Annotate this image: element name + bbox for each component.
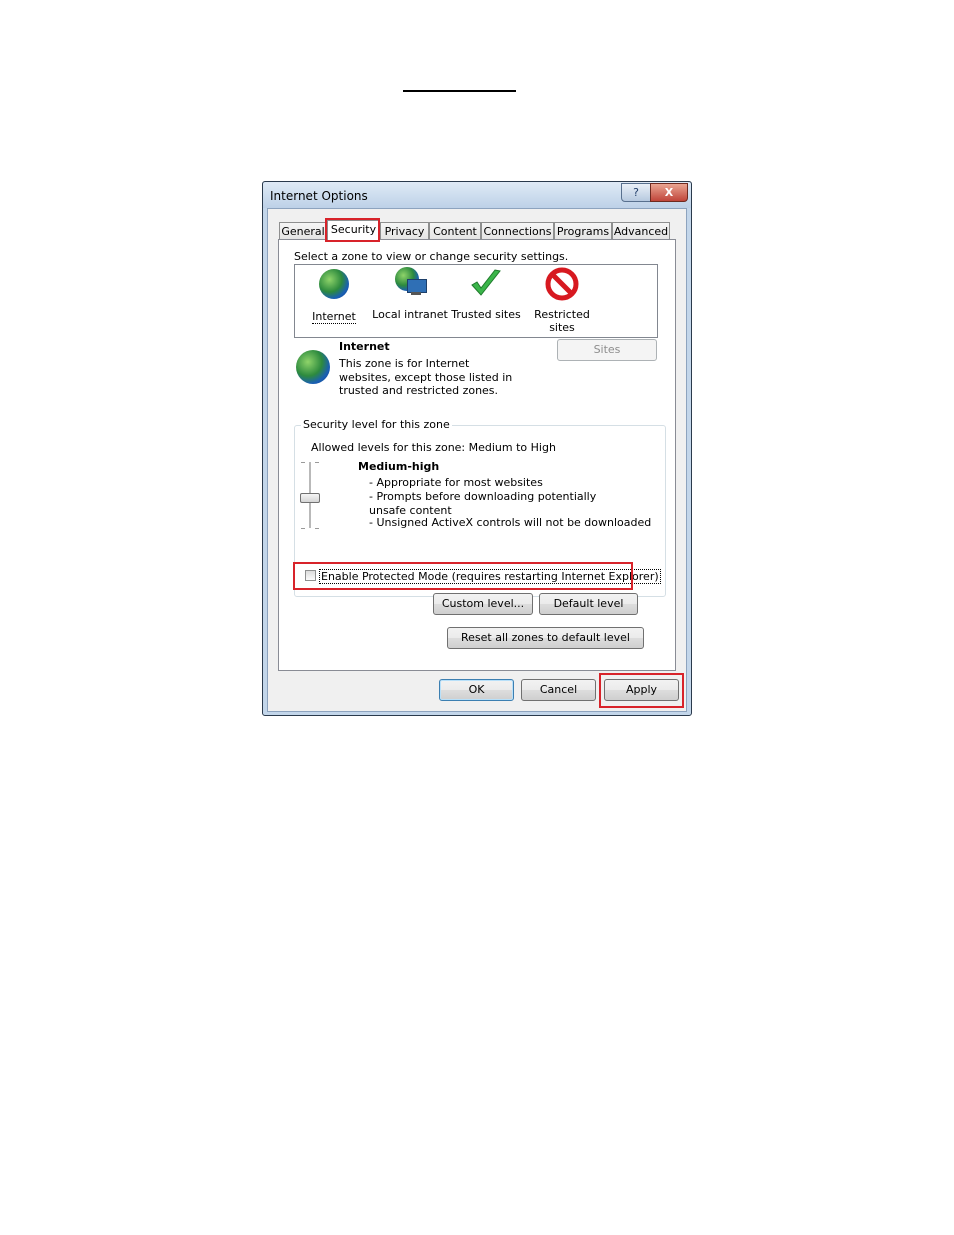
zone-label: Restricted sites [534,308,590,334]
protected-mode-label[interactable]: Enable Protected Mode (requires restarti… [319,569,661,584]
security-panel: Select a zone to view or change security… [278,239,676,671]
protected-mode-checkbox[interactable] [305,570,316,581]
checkmark-icon [469,267,503,301]
zone-label: Internet [312,310,356,324]
help-button[interactable]: ? [621,183,651,202]
tab-general[interactable]: General [279,222,327,240]
title-bar[interactable]: Internet Options ? X [263,182,691,208]
level-bullet: - Prompts before downloading potentially… [369,490,597,517]
zone-trusted-sites[interactable]: Trusted sites [448,267,524,321]
ok-button[interactable]: OK [439,679,514,701]
zone-description: This zone is for Internet websites, exce… [339,357,513,397]
tab-content[interactable]: Content [429,222,481,240]
restricted-icon [545,267,579,301]
globe-icon [296,350,330,384]
custom-level-button[interactable]: Custom level... [433,593,533,615]
zone-list: Internet Local intranet Trusted sites Re… [294,264,658,338]
zone-internet[interactable]: Internet [296,267,372,324]
cancel-button[interactable]: Cancel [521,679,596,701]
slider-tick [301,528,305,529]
security-level-slider-thumb[interactable] [300,493,320,503]
tab-connections[interactable]: Connections [481,222,554,240]
allowed-levels-text: Allowed levels for this zone: Medium to … [311,441,556,454]
apply-button[interactable]: Apply [604,679,679,701]
tab-privacy[interactable]: Privacy [380,222,429,240]
reset-all-zones-button[interactable]: Reset all zones to default level [447,627,644,649]
slider-tick [301,462,305,463]
level-bullet: - Appropriate for most websites [369,476,543,489]
dialog-client-area: General Security Privacy Content Connect… [267,208,687,712]
slider-tick [315,528,319,529]
sites-button[interactable]: Sites [557,339,657,361]
zone-name: Internet [339,340,390,353]
level-name: Medium-high [358,460,440,473]
slider-tick [315,462,319,463]
internet-options-dialog: Internet Options ? X General Security Pr… [262,181,692,716]
globe-icon [317,269,351,303]
default-level-button[interactable]: Default level [539,593,638,615]
intranet-icon [393,267,427,301]
level-bullet: - Unsigned ActiveX controls will not be … [369,516,652,529]
tab-advanced[interactable]: Advanced [612,222,670,240]
zone-restricted-sites[interactable]: Restricted sites [524,267,600,334]
tab-programs[interactable]: Programs [554,222,612,240]
zone-local-intranet[interactable]: Local intranet [372,267,448,321]
group-title: Security level for this zone [301,418,452,431]
tab-security[interactable]: Security [327,220,380,241]
zone-label: Trusted sites [451,308,521,321]
underline-rule [403,90,516,92]
dialog-title: Internet Options [270,189,368,203]
close-button[interactable]: X [650,183,688,202]
zone-label: Local intranet [372,308,448,321]
zone-prompt: Select a zone to view or change security… [294,250,569,263]
